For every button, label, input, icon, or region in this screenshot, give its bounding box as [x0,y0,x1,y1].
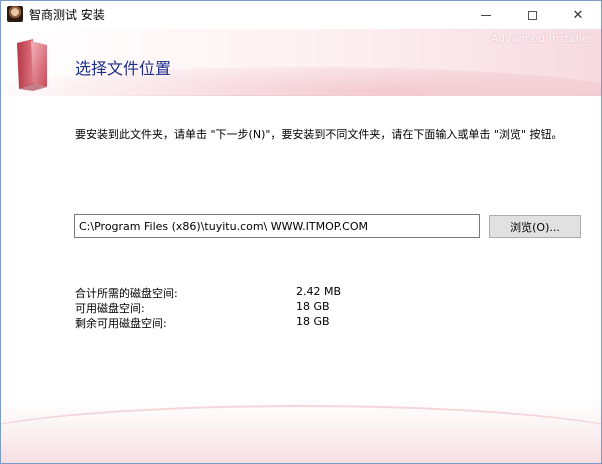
remaining-space-label: 剩余可用磁盘空间: [75,317,167,330]
page-header: 选择文件位置 Advanced Installer [1,29,601,95]
required-space-value: 2.42 MB [296,285,342,298]
brand-watermark: Advanced Installer [490,32,593,45]
title-bar[interactable]: 智商测试 安装 ✕ [1,1,601,29]
required-space-label: 合计所需的磁盘空间: [75,287,178,300]
page-title: 选择文件位置 [75,59,172,78]
browse-button[interactable]: 浏览(O)... [489,215,581,238]
maximize-icon [527,10,537,20]
footer-decoration [1,399,601,463]
close-button[interactable]: ✕ [555,1,601,29]
installer-window: 智商测试 安装 ✕ 选择文件位置 Advanced Installer 要安装到… [0,0,602,464]
remaining-space-value: 18 GB [296,315,330,328]
folder-icon [17,39,47,91]
app-icon [7,6,23,22]
maximize-button[interactable] [509,1,555,29]
window-title: 智商测试 安装 [29,8,105,22]
available-space-label: 可用磁盘空间: [75,302,145,315]
available-space-value: 18 GB [296,300,330,313]
instruction-text: 要安装到此文件夹，请单击 "下一步(N)"，要安装到不同文件夹，请在下面输入或单… [75,128,563,141]
install-path-input[interactable] [74,214,480,238]
minimize-button[interactable] [463,1,509,29]
close-icon: ✕ [572,7,584,23]
header-divider [1,95,601,96]
minimize-icon [481,14,491,16]
